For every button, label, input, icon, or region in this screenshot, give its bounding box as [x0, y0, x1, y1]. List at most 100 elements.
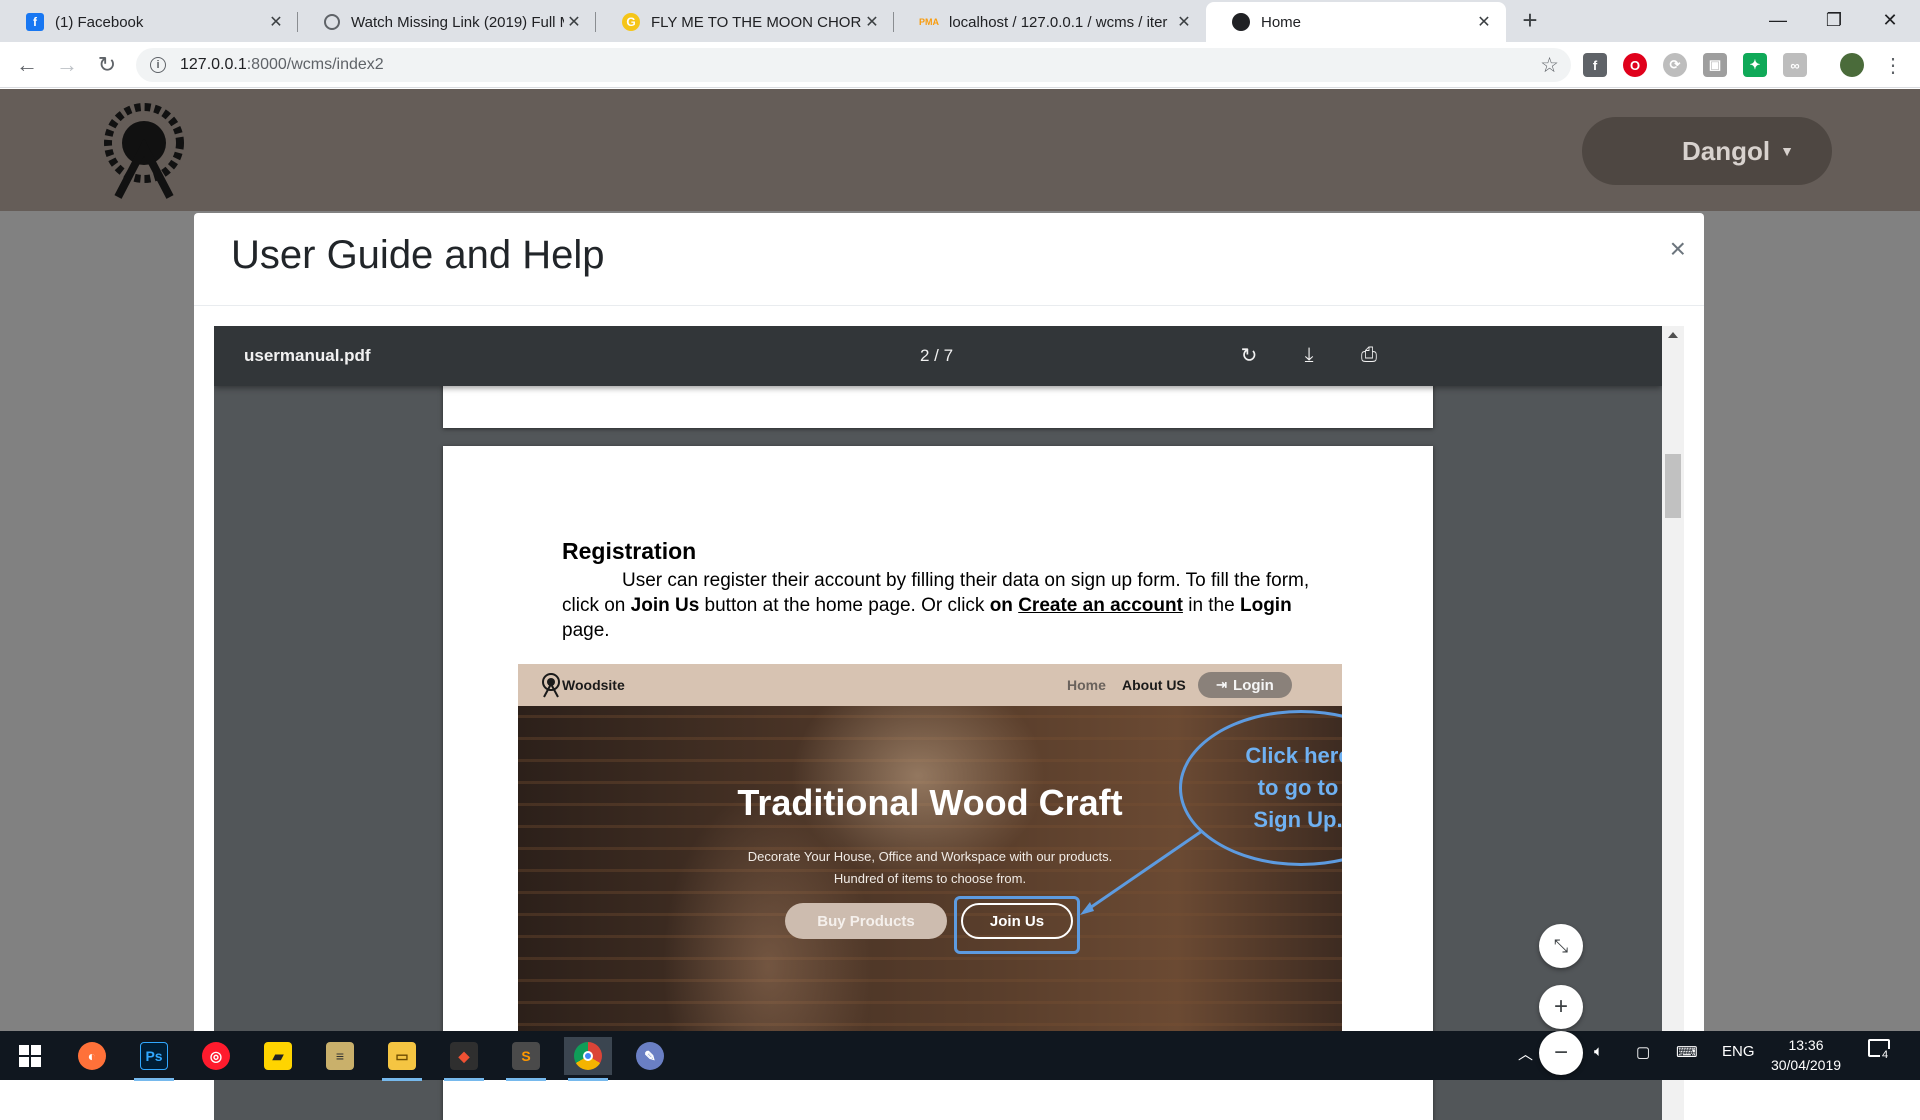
site-logo-icon: [1232, 13, 1250, 31]
chrome-icon[interactable]: [564, 1037, 612, 1081]
tab-title: Watch Missing Link (2019) Full M: [351, 13, 564, 31]
section-heading: Registration: [562, 538, 697, 564]
homepage-screenshot: Woodsite Home About US ⇥ Login Traditiona…: [518, 664, 1342, 1070]
sticky-notes-icon[interactable]: ▰: [254, 1037, 302, 1075]
ug-icon: G: [622, 13, 640, 31]
user-dropdown[interactable]: Dangol ▼: [1582, 117, 1832, 185]
zoom-in-icon[interactable]: +: [1539, 985, 1583, 1029]
tab-watch-missing-link[interactable]: Watch Missing Link (2019) Full M ✕: [298, 2, 596, 42]
git-app-icon[interactable]: ◆: [440, 1037, 488, 1081]
close-tab-icon[interactable]: ✕: [862, 12, 882, 32]
close-window-icon[interactable]: ✕: [1862, 0, 1918, 40]
extension-icon[interactable]: ▣: [1703, 53, 1727, 77]
site-logo: [104, 103, 184, 199]
windows-taskbar: ◐ Ps ◎ ▰ ≡ ▭ ◆ S ✎ ︿ ▭ 🔈︎ ▢ ⌨︎ ENG 13:36…: [0, 1031, 1920, 1081]
caret-down-icon: ▼: [1780, 143, 1794, 159]
notification-count: 4: [1880, 1049, 1891, 1061]
login-text: Login: [1239, 595, 1292, 616]
para-text: button at the home page. Or click: [699, 595, 990, 616]
print-icon[interactable]: ⎙: [1354, 340, 1384, 370]
windows-logo-icon: [19, 1045, 41, 1067]
browser-toolbar: ← → ↻ i 127.0.0.1:8000/wcms/index2 ☆ f O…: [0, 42, 1920, 88]
minimize-icon[interactable]: —: [1750, 0, 1806, 40]
extension-icon[interactable]: ∞: [1783, 53, 1807, 77]
join-us-text: Join Us: [630, 595, 700, 616]
callout-arrow: [1080, 829, 1203, 915]
scroll-up-icon[interactable]: [1668, 332, 1678, 338]
paint-app-icon[interactable]: ✎: [626, 1037, 674, 1075]
show-hidden-icons-icon[interactable]: ︿: [1518, 1043, 1533, 1064]
firefox-icon[interactable]: ◐: [68, 1037, 116, 1075]
close-tab-icon[interactable]: ✕: [564, 12, 584, 32]
pdf-page-2: Registration User can register their acc…: [443, 446, 1433, 1120]
restore-icon[interactable]: ❐: [1806, 0, 1862, 40]
extension-icon[interactable]: ✦: [1743, 53, 1767, 77]
system-clock[interactable]: 13:36 30/04/2019: [1760, 1035, 1852, 1075]
on-text: on: [989, 595, 1019, 616]
profile-avatar[interactable]: [1840, 53, 1864, 77]
tab-title: Home: [1261, 13, 1302, 31]
scroll-thumb[interactable]: [1665, 454, 1681, 518]
modal-close-button[interactable]: ×: [1670, 235, 1686, 263]
user-guide-modal: User Guide and Help × usermanual.pdf 2 /…: [194, 213, 1704, 1120]
site-info-icon[interactable]: i: [150, 57, 166, 73]
create-account-text: Create an account: [1018, 595, 1183, 616]
tab-phpmyadmin[interactable]: PMA localhost / 127.0.0.1 / wcms / iter …: [894, 2, 1206, 42]
tab-facebook[interactable]: f (1) Facebook ✕: [0, 2, 298, 42]
tab-title: (1) Facebook: [55, 13, 144, 31]
pdf-toolbar: usermanual.pdf 2 / 7 ↻ ⤓ ⎙: [214, 326, 1662, 386]
file-explorer-icon[interactable]: ▭: [378, 1037, 426, 1081]
globe-icon: [324, 14, 340, 30]
opera-icon[interactable]: ◎: [192, 1037, 240, 1075]
back-icon[interactable]: ←: [12, 50, 42, 80]
extension-icon[interactable]: ⟳: [1663, 53, 1687, 77]
bookmark-star-icon[interactable]: ☆: [1540, 53, 1559, 78]
pdf-scrollbar[interactable]: [1662, 326, 1684, 1120]
new-tab-button[interactable]: +: [1515, 6, 1545, 36]
para-text: page.: [562, 620, 610, 641]
network-icon[interactable]: ▢: [1636, 1043, 1650, 1061]
action-center-icon[interactable]: 4: [1868, 1039, 1891, 1061]
opera-extension-icon[interactable]: O: [1623, 53, 1647, 77]
clock-time: 13:36: [1788, 1037, 1824, 1053]
close-tab-icon[interactable]: ✕: [266, 12, 286, 32]
pdf-filename: usermanual.pdf: [244, 346, 371, 365]
language-indicator[interactable]: ENG: [1722, 1043, 1755, 1060]
close-tab-icon[interactable]: ✕: [1174, 12, 1194, 32]
sublime-text-icon[interactable]: S: [502, 1037, 550, 1081]
facebook-extension-icon[interactable]: f: [1583, 53, 1607, 77]
clock-date: 30/04/2019: [1770, 1057, 1842, 1073]
user-name: Dangol: [1682, 135, 1771, 166]
site-navbar: Dangol ▼: [0, 89, 1920, 211]
modal-title: User Guide and Help: [231, 233, 605, 277]
url-host: 127.0.0.1: [180, 56, 247, 73]
volume-icon[interactable]: 🔈︎: [1594, 1043, 1603, 1060]
url-path: :8000/wcms/index2: [246, 56, 384, 73]
tab-home[interactable]: Home ✕: [1206, 2, 1506, 42]
notes-app-icon[interactable]: ≡: [316, 1037, 364, 1075]
phpmyadmin-icon: PMA: [919, 17, 939, 27]
registration-paragraph: User can register their account by filli…: [562, 568, 1322, 643]
photoshop-icon[interactable]: Ps: [130, 1037, 178, 1081]
close-tab-icon[interactable]: ✕: [1474, 12, 1494, 32]
forward-icon[interactable]: →: [52, 50, 82, 80]
menu-icon[interactable]: ⋮: [1878, 50, 1908, 80]
fit-page-icon[interactable]: ⤡: [1539, 924, 1583, 968]
tab-title: localhost / 127.0.0.1 / wcms / iter: [949, 13, 1168, 31]
tab-strip: f (1) Facebook ✕ Watch Missing Link (201…: [0, 0, 1920, 42]
zoom-out-icon[interactable]: −: [1539, 1031, 1583, 1075]
reload-icon[interactable]: ↻: [92, 50, 122, 80]
windows-start-icon[interactable]: [6, 1037, 54, 1075]
pdf-viewer: usermanual.pdf 2 / 7 ↻ ⤓ ⎙ Registration …: [214, 326, 1662, 1120]
page-backdrop: Dangol ▼ User Guide and Help × usermanual…: [0, 89, 1920, 1120]
facebook-icon: f: [26, 13, 44, 31]
tab-title: FLY ME TO THE MOON CHORDS: [651, 13, 862, 31]
address-bar[interactable]: i 127.0.0.1:8000/wcms/index2 ☆: [136, 48, 1571, 82]
download-icon[interactable]: ⤓: [1294, 340, 1324, 370]
para-text: in the: [1182, 595, 1240, 616]
modal-divider: [194, 305, 1704, 306]
tab-fly-me-to-the-moon[interactable]: G FLY ME TO THE MOON CHORDS ✕: [596, 2, 894, 42]
rotate-icon[interactable]: ↻: [1234, 340, 1264, 370]
keyboard-icon[interactable]: ⌨︎: [1676, 1043, 1698, 1061]
pdf-page-indicator: 2 / 7: [920, 346, 954, 365]
